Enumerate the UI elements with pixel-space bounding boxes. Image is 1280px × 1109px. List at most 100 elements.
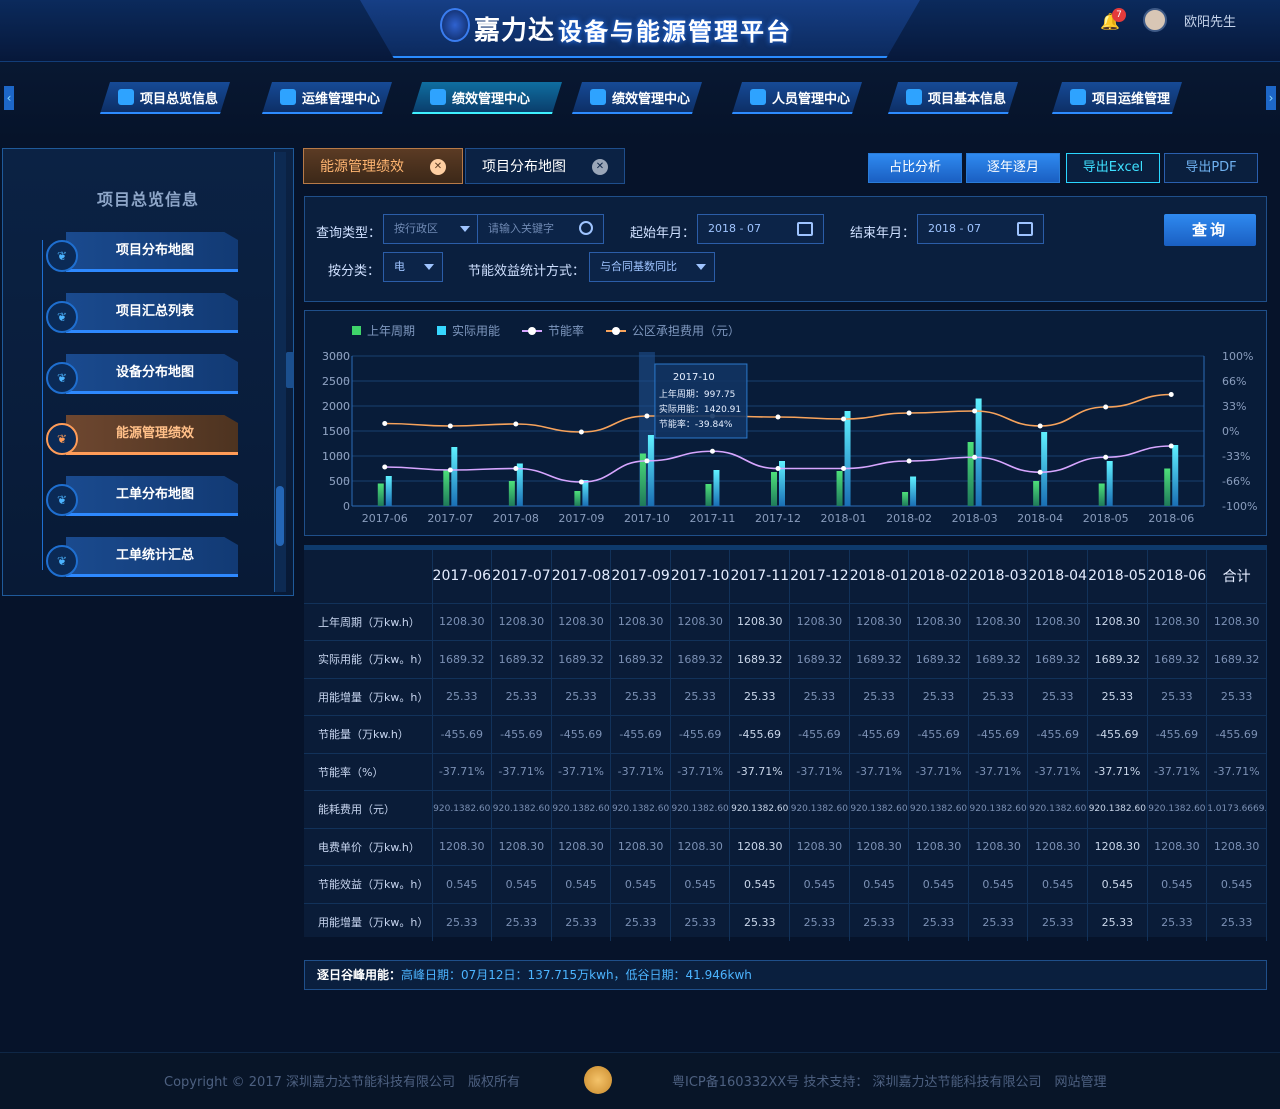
nav-tab-2[interactable]: 运维管理中心: [262, 82, 392, 114]
table-cell: -455.69: [729, 715, 791, 753]
legend-item-saving-rate[interactable]: 节能率: [522, 322, 584, 339]
legend-item-last-year[interactable]: 上年周期: [352, 322, 415, 339]
peak-label: 逐日谷峰用能：: [317, 968, 402, 982]
table-cell: 1208.30: [849, 827, 910, 866]
y-left-overlay-tick-label: 505: [329, 475, 350, 488]
nav-next-arrow-icon[interactable]: ›: [1266, 86, 1276, 110]
table-cell: 1689.32: [610, 640, 671, 678]
table-cell: 0.545: [1087, 865, 1148, 903]
nav-tab-4[interactable]: 绩效管理中心: [572, 82, 702, 114]
table-cell: 25.33: [1087, 677, 1148, 716]
table-cell: 0.545: [789, 865, 850, 903]
nav-tab-6[interactable]: 项目基本信息: [888, 82, 1018, 114]
calendar-icon[interactable]: [797, 222, 813, 236]
table-cell: 0.545: [908, 865, 969, 903]
table-cell: 920.1382.60: [551, 790, 612, 828]
row-label: 用能增量（万kw。h）: [304, 677, 433, 716]
table-cell: 920.1382.60: [1027, 790, 1089, 828]
yearly-monthly-button[interactable]: 逐年逐月: [966, 153, 1060, 183]
legend-label: 上年周期: [367, 324, 416, 338]
ratio-analysis-button[interactable]: 占比分析: [868, 153, 962, 183]
category-select[interactable]: 电: [383, 252, 443, 282]
sidebar-item-6[interactable]: 工单统计汇总: [66, 537, 238, 577]
bar-last-year: [1164, 468, 1171, 506]
export-pdf-button[interactable]: 导出PDF: [1164, 153, 1258, 183]
table-cell: 25.33: [1147, 677, 1208, 716]
nav-tab-label: 项目基本信息: [928, 91, 1007, 107]
table-cell: 1689.32: [849, 640, 910, 678]
nav-tab-1[interactable]: 项目总览信息: [100, 82, 230, 114]
x-tick-label: 2017-11: [689, 512, 735, 525]
sidebar-scroll-thumb[interactable]: [276, 486, 284, 546]
calendar-icon[interactable]: [1017, 222, 1033, 236]
table-cell: 0.545: [610, 865, 671, 903]
table-cell: 1689.32: [968, 640, 1029, 678]
username[interactable]: 欧阳先生: [1184, 11, 1236, 30]
bar-last-year: [771, 472, 777, 506]
avatar[interactable]: [1143, 8, 1167, 32]
table-cell: 25.33: [729, 677, 791, 716]
x-tick-label: 2017-09: [558, 512, 604, 525]
table-cell: 1689.32: [1147, 640, 1208, 678]
close-icon[interactable]: ✕: [592, 159, 608, 175]
table-cell: -37.71%: [491, 752, 552, 791]
nav-tab-7[interactable]: 项目运维管理: [1052, 82, 1182, 114]
method-select[interactable]: 与合同基数同比: [589, 252, 715, 282]
table-row: 能耗费用（元） 920.1382.60 920.1382.60 920.1382.60…: [304, 790, 1267, 828]
sidebar-collapse-handle[interactable]: [286, 352, 294, 388]
table-cell: -37.71%: [610, 752, 671, 791]
table-cell: 1208.30: [551, 827, 612, 866]
x-tick-label: 2017-07: [427, 512, 473, 525]
table-header-cell: 2017-11: [729, 550, 791, 603]
sidebar-item-1[interactable]: 项目分布地图: [66, 232, 238, 272]
table-total-cell: 1208.30: [1206, 602, 1267, 641]
sidebar-item-2[interactable]: 项目汇总列表: [66, 293, 238, 333]
close-icon[interactable]: ✕: [430, 159, 446, 175]
table-cell: 0.545: [551, 865, 612, 903]
x-tick-label: 2018-06: [1148, 512, 1194, 525]
legend-label: 实际用能: [452, 324, 501, 338]
row-label: 用能增量（万kw。h）: [304, 902, 433, 941]
nav-tab-label: 人员管理中心: [772, 91, 851, 107]
y-left-overlay-tick-label: 1506: [322, 425, 350, 438]
x-tick-label: 2017-10: [624, 512, 670, 525]
sidebar-item-4[interactable]: 能源管理绩效: [66, 415, 238, 455]
table-cell: 1208.30: [670, 602, 731, 641]
sidebar-connector-line: [42, 240, 43, 570]
table-row: 实际用能（万kw。h） 1689.32 1689.32 1689.32 1689.32 1…: [304, 640, 1267, 678]
table-header-cell: 2017-06: [432, 550, 493, 603]
tab-label: 能源管理绩效: [320, 159, 404, 175]
bar-actual: [713, 470, 720, 506]
legend-item-fee[interactable]: 公区承担费用（元）: [606, 322, 740, 339]
end-month-field[interactable]: 2018 - 07: [917, 214, 1044, 244]
table-cell: 25.33: [1147, 902, 1208, 941]
start-month-field[interactable]: 2018 - 07: [697, 214, 824, 244]
table-cell: -455.69: [789, 715, 850, 753]
tab-project-map[interactable]: 项目分布地图 ✕: [465, 148, 625, 184]
table-cell: 1208.30: [729, 827, 791, 866]
leaf-icon: ❦: [46, 362, 78, 394]
table-cell: 920.1382.60: [610, 790, 671, 828]
table-header-cell: 2017-10: [670, 550, 731, 603]
tab-energy-performance[interactable]: 能源管理绩效 ✕: [303, 148, 463, 184]
sidebar-item-5[interactable]: 工单分布地图: [66, 476, 238, 516]
sidebar-item-3[interactable]: 设备分布地图: [66, 354, 238, 394]
nav-tab-5[interactable]: 人员管理中心: [732, 82, 862, 114]
table-cell: 25.33: [849, 902, 910, 941]
leaf-icon: ❦: [46, 301, 78, 333]
leaf-icon: ❦: [46, 484, 78, 516]
query-button[interactable]: 查询: [1164, 214, 1256, 246]
bar-last-year: [508, 481, 515, 506]
table-cell: 1208.30: [491, 827, 552, 866]
table-cell: 25.33: [610, 902, 671, 941]
nav-prev-arrow-icon[interactable]: ‹: [4, 86, 14, 110]
point-saving-rate: [775, 466, 781, 471]
search-icon[interactable]: [579, 221, 593, 235]
table-cell: -455.69: [1027, 715, 1089, 753]
nav-tab-3[interactable]: 绩效管理中心: [412, 82, 562, 114]
legend-item-actual[interactable]: 实际用能: [437, 322, 500, 339]
query-type-select[interactable]: 按行政区: [383, 214, 479, 244]
logo-text: 嘉力达: [474, 16, 556, 46]
keyword-search-input[interactable]: 请输入关键字: [477, 214, 604, 244]
export-excel-button[interactable]: 导出Excel: [1066, 153, 1160, 183]
